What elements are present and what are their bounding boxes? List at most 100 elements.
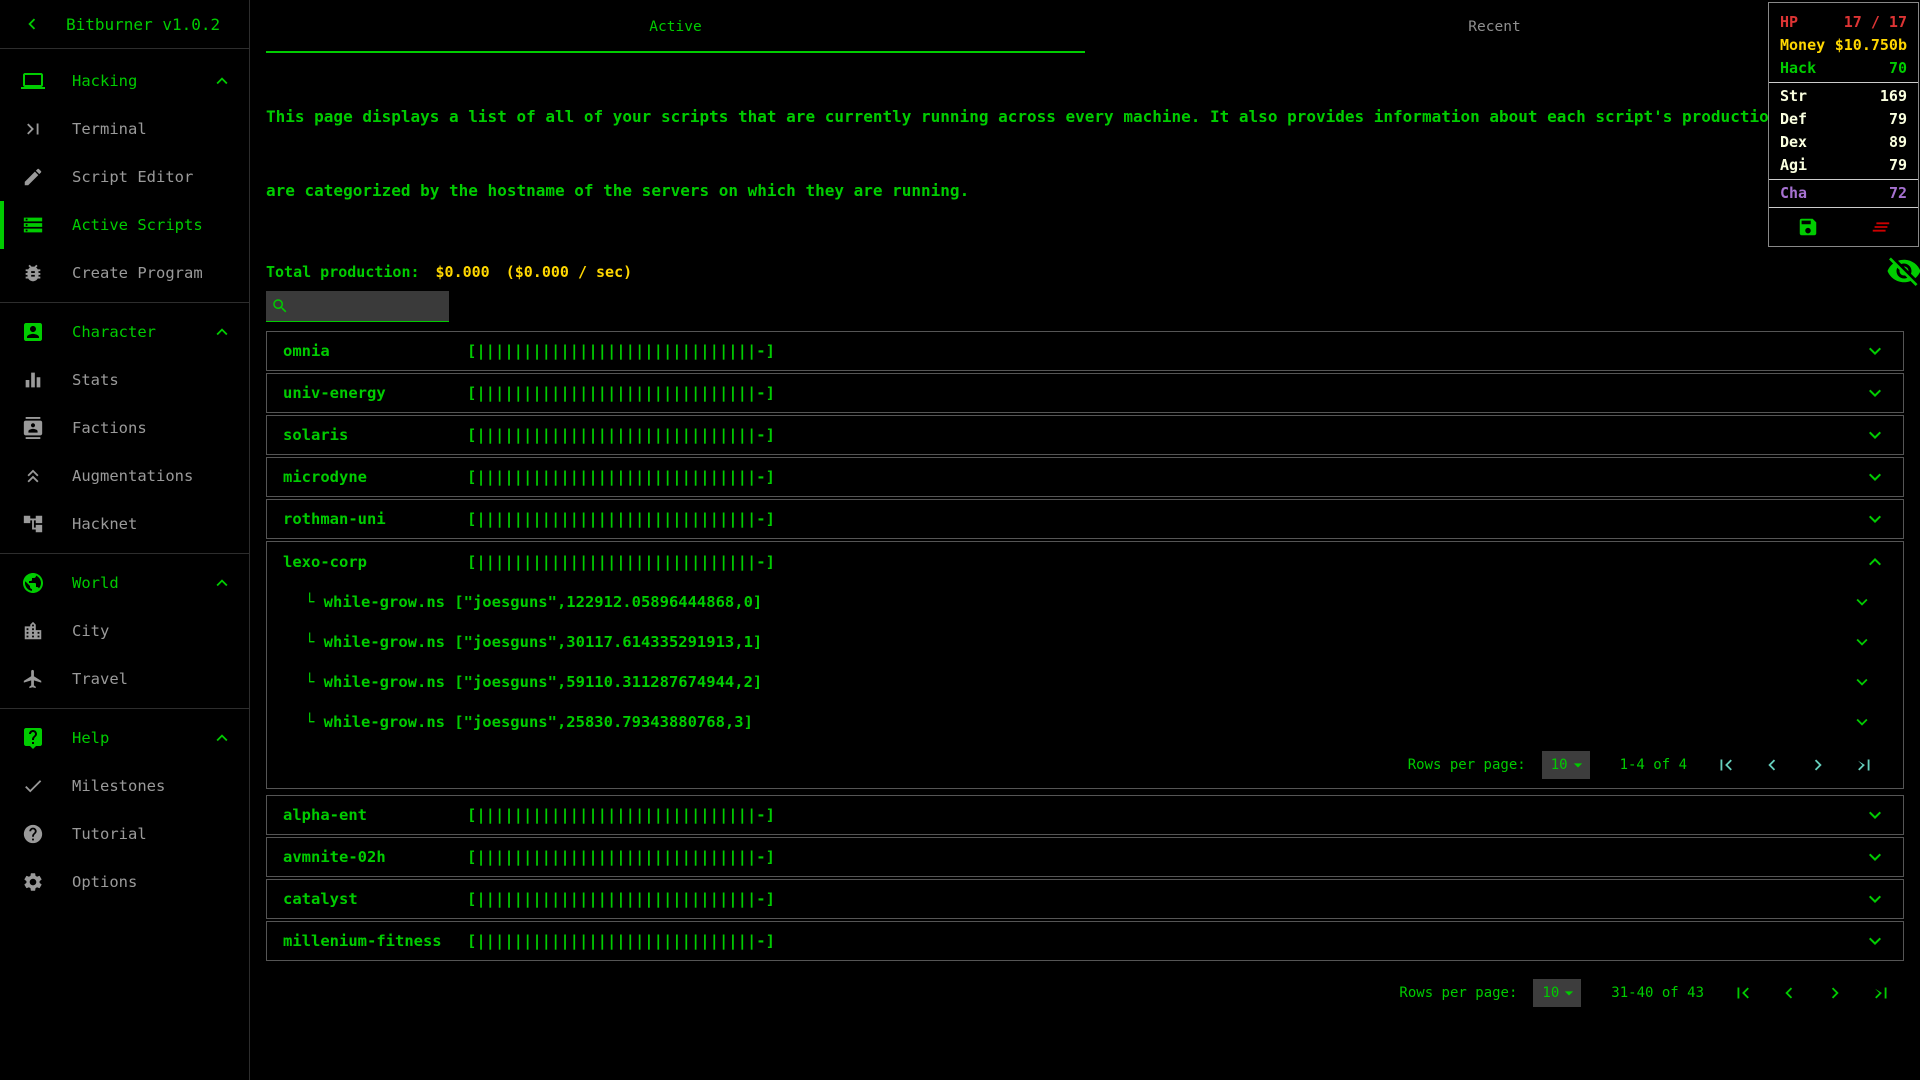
- script-row[interactable]: └ while-grow.ns ["joesguns",59110.311287…: [267, 662, 1903, 702]
- sidebar-section-world[interactable]: World: [0, 559, 249, 607]
- rows-per-page-label: Rows per page:: [1407, 757, 1526, 773]
- sidebar-divider: [0, 302, 249, 303]
- chevron-down-icon[interactable]: [1863, 465, 1887, 489]
- chevron-up-icon[interactable]: [1863, 550, 1887, 574]
- sidebar-item-city[interactable]: City: [0, 607, 249, 655]
- stat-label: Dex: [1780, 133, 1808, 151]
- server-name: catalyst: [283, 890, 358, 908]
- sidebar-item-label: Augmentations: [72, 467, 194, 485]
- stat-label: Hack: [1780, 59, 1817, 77]
- last-page-icon[interactable]: [1870, 982, 1892, 1004]
- stat-row-agi: Agi 79: [1769, 154, 1918, 177]
- tab-active-label: Active: [649, 19, 702, 35]
- first-page-icon[interactable]: [1732, 982, 1754, 1004]
- sidebar-item-factions[interactable]: Factions: [0, 404, 249, 452]
- save-icon[interactable]: [1797, 216, 1819, 238]
- first-page-button[interactable]: [1715, 754, 1737, 776]
- arrow-drop-down-icon: [1568, 755, 1588, 775]
- help-icon: [22, 823, 44, 845]
- script-row[interactable]: └ while-grow.ns ["joesguns",30117.614335…: [267, 622, 1903, 662]
- chevron-down-icon[interactable]: [1863, 887, 1887, 911]
- search-input[interactable]: [295, 298, 441, 314]
- rows-per-page-select[interactable]: 10: [1541, 751, 1590, 779]
- chevron-down-icon[interactable]: [1863, 507, 1887, 531]
- sidebar-nav: Hacking Terminal Script Editor Active Scrip…: [0, 49, 249, 906]
- previous-page-button[interactable]: [1761, 754, 1783, 776]
- chevron-down-icon[interactable]: [1863, 929, 1887, 953]
- chevron-down-icon[interactable]: [1863, 423, 1887, 447]
- server-progress-bar: [||||||||||||||||||||||||||||||-]: [467, 468, 775, 486]
- last-page-icon[interactable]: [1853, 754, 1875, 776]
- server-row-solaris[interactable]: solaris [||||||||||||||||||||||||||||||-]: [266, 415, 1904, 455]
- sidebar-item-label: Travel: [72, 670, 128, 688]
- sidebar-item-label: Milestones: [72, 777, 166, 795]
- next-page-icon[interactable]: [1824, 982, 1846, 1004]
- chevron-down-icon[interactable]: [1851, 711, 1873, 733]
- sidebar-item-travel[interactable]: Travel: [0, 655, 249, 703]
- sidebar-item-tutorial[interactable]: Tutorial: [0, 810, 249, 858]
- save-button[interactable]: [1797, 216, 1819, 238]
- chevron-down-icon[interactable]: [1851, 671, 1873, 693]
- server-row-lexo-corp[interactable]: lexo-corp [||||||||||||||||||||||||||||||…: [267, 542, 1903, 582]
- collapse-sidebar-button[interactable]: [21, 13, 43, 35]
- sidebar-item-milestones[interactable]: Milestones: [0, 762, 249, 810]
- chevron-down-icon[interactable]: [1851, 591, 1873, 613]
- previous-page-icon[interactable]: [1778, 982, 1800, 1004]
- chevron-down-icon[interactable]: [1863, 803, 1887, 827]
- first-page-button[interactable]: [1732, 982, 1754, 1004]
- chevron-down-icon[interactable]: [1863, 381, 1887, 405]
- visibility-off-icon[interactable]: [1886, 253, 1920, 289]
- stat-value: 89: [1888, 133, 1907, 151]
- clear-all-button[interactable]: [1870, 216, 1892, 238]
- server-row-catalyst[interactable]: catalyst [||||||||||||||||||||||||||||||-…: [266, 879, 1904, 919]
- sidebar-item-terminal[interactable]: Terminal: [0, 105, 249, 153]
- sidebar-item-label: Terminal: [72, 120, 147, 138]
- double-arrow-up-icon: [22, 465, 44, 487]
- stat-label: Agi: [1780, 156, 1808, 174]
- script-row[interactable]: └ while-grow.ns ["joesguns",122912.05896…: [267, 582, 1903, 622]
- chevron-down-icon[interactable]: [1851, 631, 1873, 653]
- visibility-off-icon[interactable]: [1886, 253, 1920, 289]
- sidebar-item-label: Factions: [72, 419, 147, 437]
- sidebar-item-script-editor[interactable]: Script Editor: [0, 153, 249, 201]
- chevron-down-icon[interactable]: [1863, 339, 1887, 363]
- clear-all-icon[interactable]: [1870, 216, 1892, 238]
- server-row-rothman-uni[interactable]: rothman-uni [||||||||||||||||||||||||||||…: [266, 499, 1904, 539]
- sidebar-item-active-scripts[interactable]: Active Scripts: [0, 201, 249, 249]
- sidebar-item-augmentations[interactable]: Augmentations: [0, 452, 249, 500]
- sidebar-section-character[interactable]: Character: [0, 308, 249, 356]
- server-row-omnia[interactable]: omnia [||||||||||||||||||||||||||||||-]: [266, 331, 1904, 371]
- sidebar-item-create-program[interactable]: Create Program: [0, 249, 249, 297]
- script-row[interactable]: └ while-grow.ns ["joesguns",25830.793438…: [267, 702, 1903, 742]
- sidebar-item-label: Hacknet: [72, 515, 138, 533]
- chevron-down-icon[interactable]: [1863, 845, 1887, 869]
- last-page-button[interactable]: [1853, 754, 1875, 776]
- sidebar-item-options[interactable]: Options: [0, 858, 249, 906]
- sidebar-item-hacknet[interactable]: Hacknet: [0, 500, 249, 548]
- server-accordion-list: omnia [||||||||||||||||||||||||||||||-] un…: [266, 331, 1904, 961]
- next-page-icon[interactable]: [1807, 754, 1829, 776]
- next-page-button[interactable]: [1807, 754, 1829, 776]
- previous-page-icon[interactable]: [1761, 754, 1783, 776]
- chevron-left-icon: [21, 13, 43, 35]
- first-page-icon[interactable]: [1715, 754, 1737, 776]
- next-page-button[interactable]: [1824, 982, 1846, 1004]
- sidebar-section-label: Hacking: [72, 72, 138, 90]
- server-row-avmnite-02h[interactable]: avmnite-02h [||||||||||||||||||||||||||||…: [266, 837, 1904, 877]
- sidebar-item-stats[interactable]: Stats: [0, 356, 249, 404]
- last-page-button[interactable]: [1870, 982, 1892, 1004]
- sidebar-section-hacking[interactable]: Hacking: [0, 57, 249, 105]
- server-progress-bar: [||||||||||||||||||||||||||||||-]: [467, 848, 775, 866]
- server-name: lexo-corp: [283, 553, 367, 571]
- server-row-univ-energy[interactable]: univ-energy [||||||||||||||||||||||||||||…: [266, 373, 1904, 413]
- tab-active[interactable]: Active: [266, 0, 1085, 54]
- rows-per-page-value: 10: [1542, 985, 1560, 1001]
- pencil-icon: [22, 166, 44, 188]
- sidebar-section-help[interactable]: Help: [0, 714, 249, 762]
- server-row-millenium-fitness[interactable]: millenium-fitness [||||||||||||||||||||||…: [266, 921, 1904, 961]
- previous-page-button[interactable]: [1778, 982, 1800, 1004]
- server-row-microdyne[interactable]: microdyne [||||||||||||||||||||||||||||||…: [266, 457, 1904, 497]
- server-name: millenium-fitness: [283, 932, 442, 950]
- rows-per-page-select[interactable]: 10: [1533, 979, 1582, 1007]
- server-row-alpha-ent[interactable]: alpha-ent [||||||||||||||||||||||||||||||…: [266, 795, 1904, 835]
